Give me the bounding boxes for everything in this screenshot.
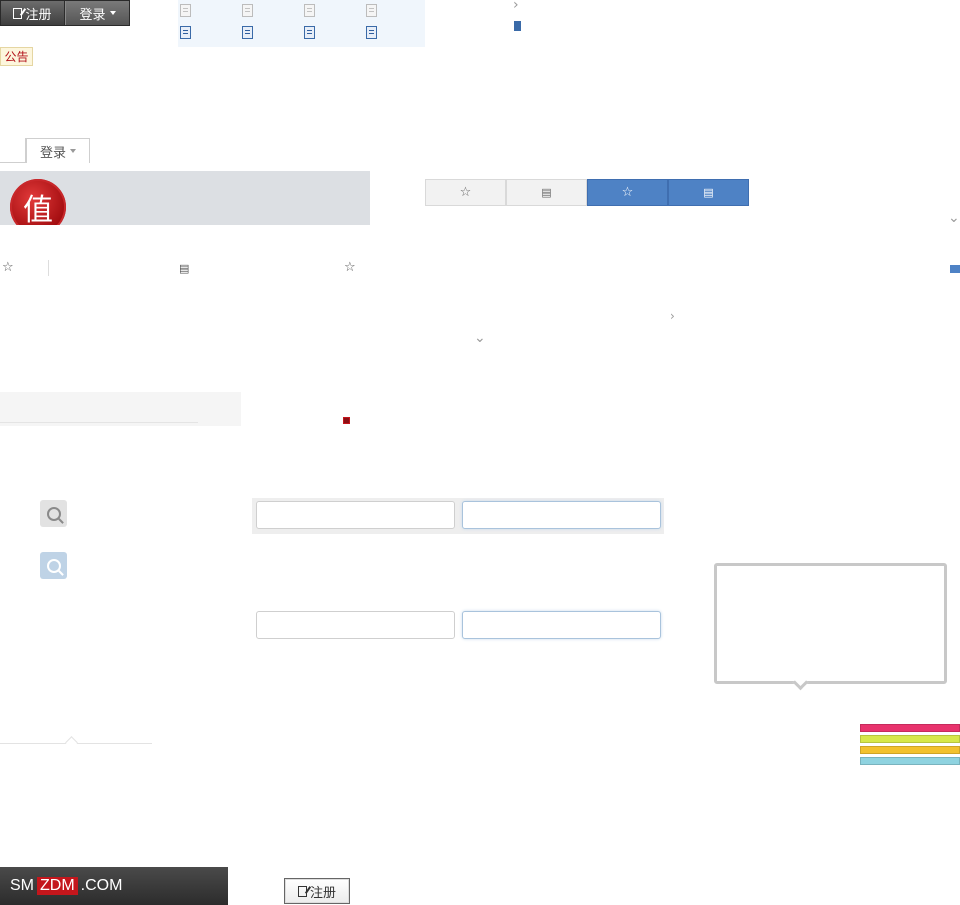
color-bar-pink xyxy=(860,724,960,732)
hot-badge-icon xyxy=(343,417,350,424)
detail-view-active-icon xyxy=(242,26,253,39)
divider xyxy=(48,260,49,276)
caret-up-icon xyxy=(65,736,78,749)
star-icon[interactable]: ☆ xyxy=(344,261,356,274)
favorite-tab-active[interactable]: ☆ xyxy=(587,179,668,206)
list-view-icon xyxy=(180,4,191,17)
search-bar-background xyxy=(0,392,241,426)
grid-view-active-icon xyxy=(304,26,315,39)
input-field-group xyxy=(252,498,664,534)
detail-view-icon xyxy=(242,4,253,17)
brand-seal-logo: 值 xyxy=(10,179,66,225)
scroll-top-icon[interactable] xyxy=(950,265,960,273)
comment-tab[interactable]: ▤ xyxy=(506,179,587,206)
comment-icon: ▤ xyxy=(541,186,552,199)
chevron-right-icon: › xyxy=(513,0,519,13)
edit-icon xyxy=(297,885,307,897)
text-input[interactable] xyxy=(256,501,455,529)
arrow-right-active-icon xyxy=(514,21,521,31)
brand-com: .COM xyxy=(80,877,123,894)
comment-icon: ▤ xyxy=(703,186,714,199)
color-bar-cyan xyxy=(860,757,960,765)
login-tab-label: 登录 xyxy=(39,145,66,161)
brand-banner: 值 xyxy=(0,171,370,225)
grid-view-icon xyxy=(304,4,315,17)
top-account-buttons: 注册 登录 xyxy=(0,0,130,26)
text-input[interactable] xyxy=(256,611,455,639)
caret-down-icon xyxy=(70,149,76,153)
view-toggle-tabs: ☆ ▤ ☆ ▤ xyxy=(425,179,750,206)
top-register-label: 注册 xyxy=(25,7,52,23)
top-login-label: 登录 xyxy=(79,7,106,23)
search-button[interactable] xyxy=(40,500,67,527)
register-button-label: 注册 xyxy=(309,885,336,901)
favorite-tab[interactable]: ☆ xyxy=(425,179,506,206)
brand-sm: SM xyxy=(10,877,34,894)
edit-icon xyxy=(13,7,23,19)
chevron-right-icon: › xyxy=(670,309,675,323)
text-view-icon xyxy=(366,4,377,17)
text-view-active-icon xyxy=(366,26,377,39)
login-tab-underline xyxy=(0,162,26,163)
register-button[interactable]: 注册 xyxy=(284,878,350,904)
list-view-active-icon xyxy=(180,26,191,39)
star-icon[interactable]: ☆ xyxy=(2,261,14,274)
brand-zdm: ZDM xyxy=(37,877,78,895)
star-icon: ☆ xyxy=(621,185,634,200)
search-icon xyxy=(46,506,61,521)
color-bar-lime xyxy=(860,735,960,743)
top-login-button[interactable]: 登录 xyxy=(65,1,129,25)
site-logo[interactable]: SM ZDM .COM xyxy=(0,867,228,905)
caret-down-icon xyxy=(109,11,116,15)
tooltip-popup xyxy=(714,563,947,684)
comment-icon[interactable]: ▤ xyxy=(179,262,189,275)
text-input-focused[interactable] xyxy=(462,611,661,639)
color-bar-yellow xyxy=(860,746,960,754)
top-register-button[interactable]: 注册 xyxy=(1,1,65,25)
text-input-focused[interactable] xyxy=(462,501,661,529)
login-tab[interactable]: 登录 xyxy=(26,138,90,163)
search-icon xyxy=(46,558,61,573)
view-icon-sprite xyxy=(178,0,425,47)
star-icon: ☆ xyxy=(459,185,472,200)
search-button-hover[interactable] xyxy=(40,552,67,579)
chevron-down-icon: ⌄ xyxy=(474,330,486,346)
comment-tab-active[interactable]: ▤ xyxy=(668,179,749,206)
notice-badge: 公告 xyxy=(0,47,33,66)
search-bar-divider xyxy=(0,422,198,423)
chevron-down-icon: ⌄ xyxy=(948,210,960,226)
